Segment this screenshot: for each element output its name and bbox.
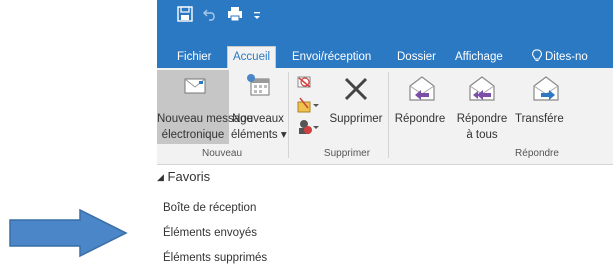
group-separator bbox=[288, 72, 289, 158]
ignore-icon[interactable] bbox=[296, 73, 314, 96]
new-items-label-2: éléments ▾ bbox=[231, 129, 287, 141]
calendar-icon bbox=[245, 72, 271, 102]
tab-send-receive[interactable]: Envoi/réception bbox=[292, 47, 371, 68]
ribbon: Nouveau message électronique Nouveaux él… bbox=[157, 68, 613, 165]
forward-icon bbox=[531, 74, 561, 108]
cleanup-icon[interactable] bbox=[296, 96, 320, 119]
new-items-label-2-text: éléments bbox=[231, 129, 278, 141]
reply-icon bbox=[407, 74, 437, 108]
new-items-label-1: Nouveaux bbox=[232, 113, 284, 125]
save-icon[interactable] bbox=[177, 6, 193, 27]
group-label-respond: Répondre bbox=[515, 148, 559, 159]
tab-file[interactable]: Fichier bbox=[177, 47, 212, 68]
reply-button[interactable]: Répondre bbox=[389, 70, 451, 144]
group-label-new: Nouveau bbox=[201, 148, 243, 159]
quick-access-toolbar bbox=[177, 6, 271, 27]
reply-all-icon bbox=[467, 74, 497, 108]
outlook-window: Fichier Accueil Envoi/réception Dossier … bbox=[157, 0, 613, 275]
tab-home[interactable]: Accueil bbox=[227, 46, 277, 68]
reply-all-button[interactable]: Répondre à tous bbox=[451, 70, 513, 144]
forward-label: Transfére bbox=[515, 113, 564, 125]
title-bar bbox=[157, 0, 613, 44]
delete-x-icon bbox=[343, 76, 369, 106]
envelope-icon bbox=[184, 76, 206, 100]
tell-me-label: Dites-no bbox=[545, 51, 588, 63]
right-arrow-icon bbox=[9, 208, 128, 258]
print-icon[interactable] bbox=[227, 6, 243, 27]
new-email-button[interactable]: Nouveau message électronique bbox=[157, 70, 253, 144]
tab-tell-me[interactable]: Dites-no bbox=[532, 47, 588, 68]
folder-item-deleted[interactable]: Éléments supprimés bbox=[163, 252, 267, 264]
new-email-label-2: électronique bbox=[161, 129, 225, 141]
delete-button[interactable]: Supprimer bbox=[327, 70, 385, 144]
lightbulb-icon bbox=[532, 49, 542, 70]
junk-icon[interactable] bbox=[296, 118, 320, 141]
ribbon-tabs: Fichier Accueil Envoi/réception Dossier … bbox=[157, 44, 613, 68]
group-label-delete: Supprimer bbox=[323, 148, 371, 159]
new-items-button[interactable]: Nouveaux éléments ▾ bbox=[231, 70, 287, 144]
collapse-triangle-icon: ◢ bbox=[157, 172, 164, 182]
folder-item-inbox[interactable]: Boîte de réception bbox=[163, 202, 256, 214]
reply-all-label-2: à tous bbox=[466, 129, 498, 141]
folder-item-sent[interactable]: Éléments envoyés bbox=[163, 227, 257, 239]
new-email-label-1: Nouveau message bbox=[157, 113, 253, 125]
forward-button[interactable]: Transfére bbox=[515, 70, 613, 144]
delete-label: Supprimer bbox=[329, 113, 383, 125]
dropdown-icon[interactable] bbox=[253, 8, 261, 26]
tab-view[interactable]: Affichage bbox=[455, 47, 503, 68]
favorites-header[interactable]: ◢ Favoris bbox=[157, 169, 210, 184]
favorites-label: Favoris bbox=[167, 169, 211, 184]
undo-icon[interactable] bbox=[203, 7, 217, 26]
reply-all-label-1: Répondre bbox=[456, 113, 508, 125]
tab-folder[interactable]: Dossier bbox=[397, 47, 436, 68]
folder-pane: ◢ Favoris Boîte de réception Éléments en… bbox=[157, 166, 613, 275]
reply-label: Répondre bbox=[394, 113, 446, 125]
